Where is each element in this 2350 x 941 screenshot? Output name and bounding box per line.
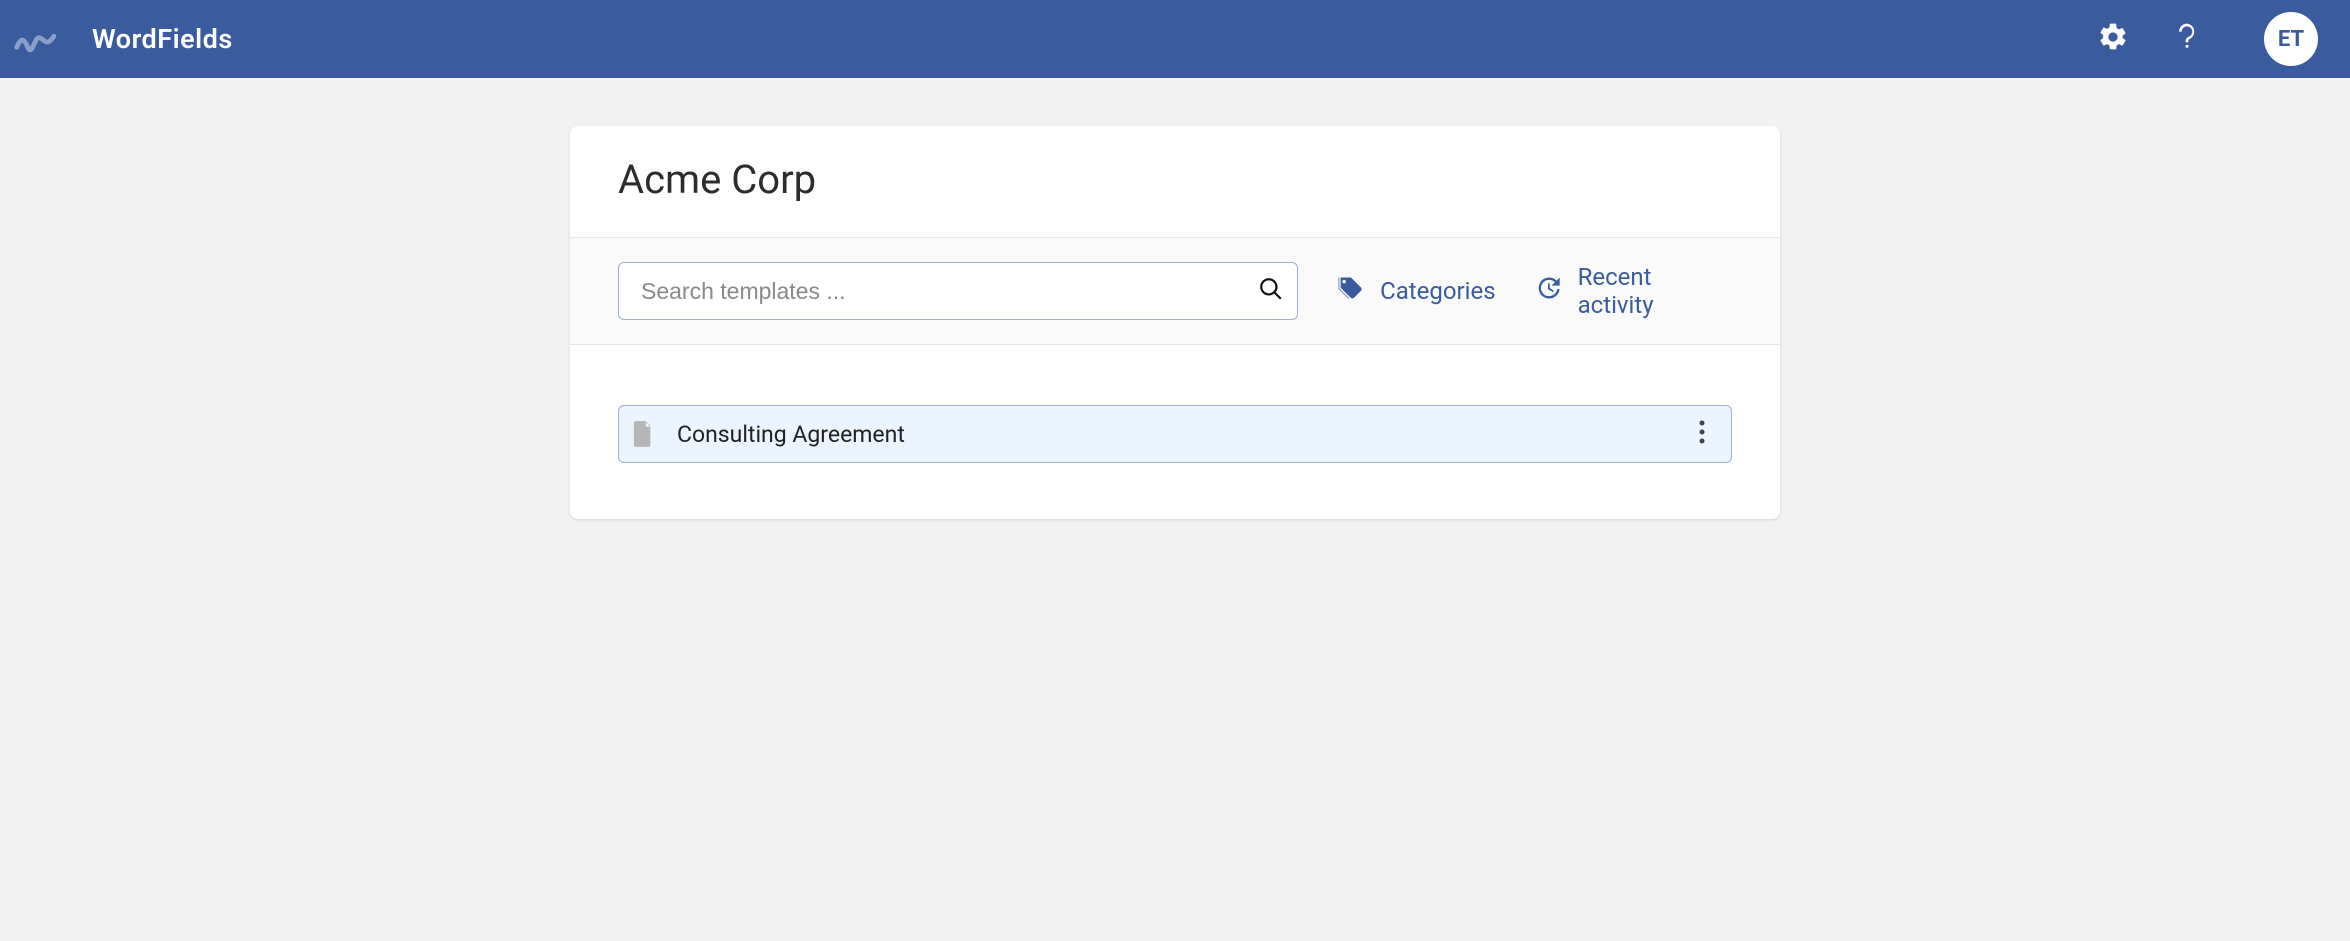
workspace-card: Acme Corp Categories <box>570 126 1780 519</box>
template-row[interactable]: Consulting Agreement <box>618 405 1732 463</box>
avatar-initials: ET <box>2278 27 2304 52</box>
settings-button[interactable] <box>2096 22 2130 56</box>
brand-name: WordFields <box>92 23 233 55</box>
brand-logo-icon <box>14 17 58 61</box>
search-button[interactable] <box>1258 276 1284 306</box>
card-header: Acme Corp <box>570 126 1780 237</box>
card-toolbar: Categories Recent activity <box>570 237 1780 345</box>
app-header: WordFields ET <box>0 0 2350 78</box>
help-button[interactable] <box>2170 22 2204 56</box>
tags-icon <box>1336 274 1364 308</box>
document-icon <box>629 420 657 448</box>
gear-icon <box>2097 21 2129 57</box>
kebab-icon <box>1699 420 1705 448</box>
categories-label: Categories <box>1380 277 1496 305</box>
recent-activity-link[interactable]: Recent activity <box>1534 263 1732 319</box>
brand-block[interactable]: WordFields <box>14 17 233 61</box>
template-list: Consulting Agreement <box>570 345 1780 519</box>
question-icon <box>2171 21 2203 57</box>
search-input[interactable] <box>618 262 1298 320</box>
header-actions: ET <box>2096 12 2318 66</box>
workspace-title: Acme Corp <box>618 156 1732 203</box>
template-name: Consulting Agreement <box>677 421 1685 448</box>
search-icon <box>1258 276 1284 306</box>
recent-label: Recent activity <box>1578 263 1732 319</box>
history-icon <box>1534 274 1562 308</box>
user-avatar[interactable]: ET <box>2264 12 2318 66</box>
search-wrap <box>618 262 1298 320</box>
categories-link[interactable]: Categories <box>1336 274 1496 308</box>
row-menu-button[interactable] <box>1685 417 1719 451</box>
page-body: Acme Corp Categories <box>0 78 2350 567</box>
